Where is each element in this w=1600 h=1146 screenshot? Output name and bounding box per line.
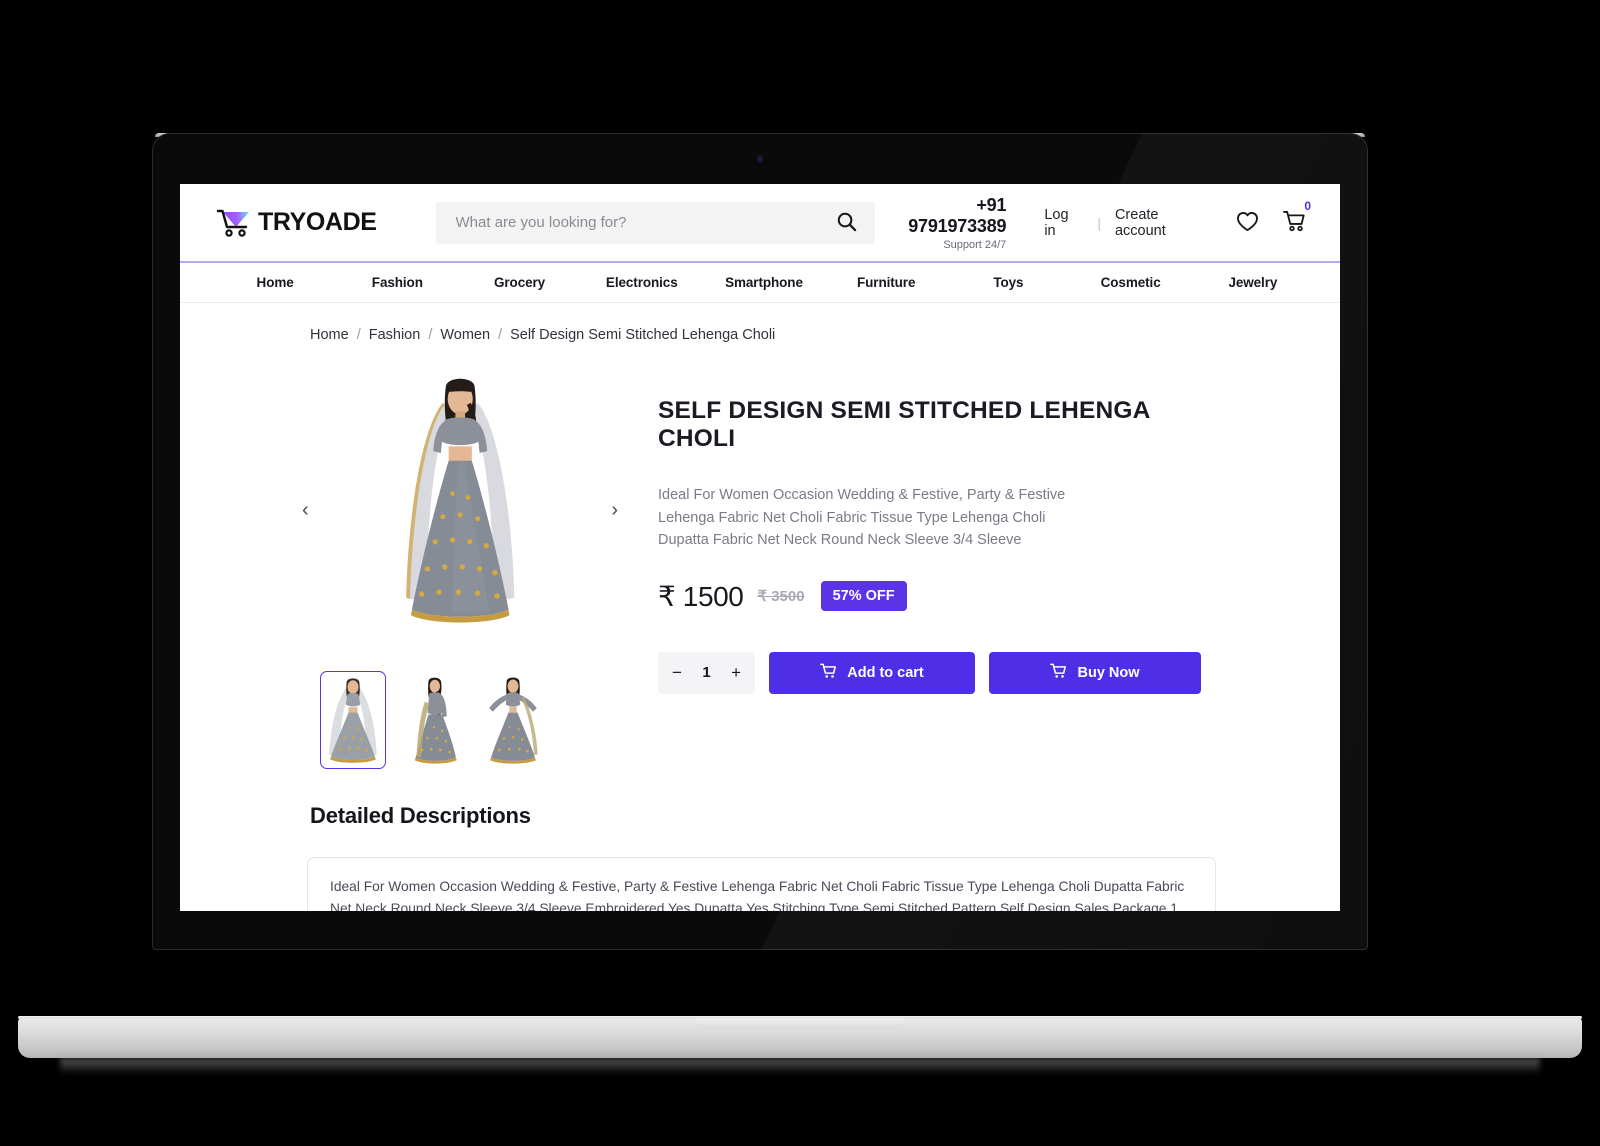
detailed-descriptions-body: Ideal For Women Occasion Wedding & Festi… — [307, 857, 1216, 911]
product-info: SELF DESIGN SEMI STITCHED LEHENGA CHOLI … — [658, 365, 1218, 769]
search-icon — [836, 211, 857, 235]
search-bar[interactable] — [435, 201, 876, 244]
thumbnail-1[interactable] — [320, 671, 386, 769]
product-gallery: ‹ › — [302, 365, 618, 769]
breadcrumb-item-current: Self Design Semi Stitched Lehenga Choli — [510, 327, 776, 343]
nav-item-home[interactable]: Home — [214, 275, 336, 290]
shopping-cart-logo-icon — [216, 207, 256, 239]
detailed-descriptions-heading: Detailed Descriptions — [310, 803, 531, 828]
cart-icon — [1283, 210, 1306, 235]
screenshot-stage: TRYOADE +91 9791973389 Support 24/7 — [0, 0, 1600, 1146]
discount-badge: 57% OFF — [820, 581, 907, 612]
heart-icon — [1236, 211, 1259, 235]
product-section: ‹ › SELF DESIGN SEMI STITCHED LEHENGA CH… — [180, 343, 1340, 769]
price-row: ₹ 1500 ₹ 3500 57% OFF — [658, 580, 1218, 613]
site-header: TRYOADE +91 9791973389 Support 24/7 — [180, 184, 1340, 261]
breadcrumb-separator: / — [498, 327, 503, 343]
browser-viewport: TRYOADE +91 9791973389 Support 24/7 — [180, 184, 1340, 911]
add-to-cart-label: Add to cart — [847, 664, 924, 681]
product-title: SELF DESIGN SEMI STITCHED LEHENGA CHOLI — [658, 397, 1150, 452]
login-link[interactable]: Log in — [1044, 207, 1083, 239]
support-phone-number: +91 9791973389 — [908, 194, 1007, 236]
nav-item-electronics[interactable]: Electronics — [581, 275, 703, 290]
product-hero-image-wrap: ‹ › — [302, 365, 618, 655]
quantity-decrement-button[interactable]: − — [672, 664, 682, 681]
laptop-base — [18, 1018, 1582, 1058]
current-price: ₹ 1500 — [658, 580, 744, 612]
header-divider: | — [1097, 214, 1101, 231]
breadcrumb-item-women[interactable]: Women — [440, 327, 490, 343]
product-actions: − 1 + Add to cart Buy Now — [658, 651, 1218, 694]
nav-item-grocery[interactable]: Grocery — [458, 275, 580, 290]
cart-count-badge: 0 — [1304, 199, 1312, 213]
search-button[interactable] — [834, 211, 859, 235]
description-line-2: Lehenga Fabric Net Choli Fabric Tissue T… — [658, 509, 1046, 526]
add-to-cart-button[interactable]: Add to cart — [769, 651, 975, 694]
breadcrumb-separator: / — [428, 327, 433, 343]
buy-now-button[interactable]: Buy Now — [989, 651, 1201, 694]
thumbnail-2[interactable] — [400, 671, 466, 769]
breadcrumb-separator: / — [356, 327, 361, 343]
header-actions: +91 9791973389 Support 24/7 Log in | Cre… — [875, 195, 1311, 251]
quantity-increment-button[interactable]: + — [731, 664, 741, 681]
carousel-next-button[interactable]: › — [607, 496, 622, 524]
wishlist-button[interactable] — [1236, 211, 1259, 235]
buy-now-label: Buy Now — [1077, 664, 1140, 681]
original-price: ₹ 3500 — [757, 588, 805, 606]
nav-item-jewelry[interactable]: Jewelry — [1192, 275, 1314, 290]
cart-icon — [820, 663, 837, 683]
site-logo[interactable]: TRYOADE — [216, 207, 377, 239]
support-phone-block: +91 9791973389 Support 24/7 — [875, 195, 1006, 251]
thumbnail-strip — [310, 671, 610, 769]
nav-item-smartphone[interactable]: Smartphone — [703, 275, 825, 290]
search-input[interactable] — [455, 214, 835, 231]
main-nav: Home Fashion Grocery Electronics Smartph… — [180, 263, 1340, 303]
product-short-description: Ideal For Women Occasion Wedding & Festi… — [658, 485, 1218, 551]
carousel-prev-button[interactable]: ‹ — [298, 496, 313, 524]
product-hero-image — [405, 378, 515, 623]
create-account-link[interactable]: Create account — [1115, 207, 1212, 239]
nav-item-fashion[interactable]: Fashion — [336, 275, 458, 290]
quantity-value: 1 — [702, 664, 711, 682]
breadcrumb-item-home[interactable]: Home — [310, 327, 349, 343]
laptop-shadow — [60, 1058, 1540, 1074]
nav-item-furniture[interactable]: Furniture — [825, 275, 947, 290]
cart-icon — [1050, 663, 1067, 683]
breadcrumb: Home / Fashion / Women / Self Design Sem… — [180, 303, 1340, 343]
chevron-right-icon: › — [611, 499, 618, 521]
nav-item-cosmetic[interactable]: Cosmetic — [1070, 275, 1192, 290]
webcam-icon — [756, 155, 764, 164]
description-line-1: Ideal For Women Occasion Wedding & Festi… — [658, 487, 1066, 503]
support-hours: Support 24/7 — [943, 238, 1007, 251]
chevron-left-icon: ‹ — [302, 499, 309, 521]
description-line-3: Dupatta Fabric Net Neck Round Neck Sleev… — [658, 532, 1022, 549]
cart-button[interactable]: 0 — [1283, 199, 1311, 235]
site-logo-text: TRYOADE — [258, 208, 377, 236]
breadcrumb-item-fashion[interactable]: Fashion — [369, 327, 421, 343]
quantity-stepper[interactable]: − 1 + — [658, 651, 755, 694]
nav-item-toys[interactable]: Toys — [947, 275, 1069, 290]
thumbnail-3[interactable] — [480, 671, 546, 769]
